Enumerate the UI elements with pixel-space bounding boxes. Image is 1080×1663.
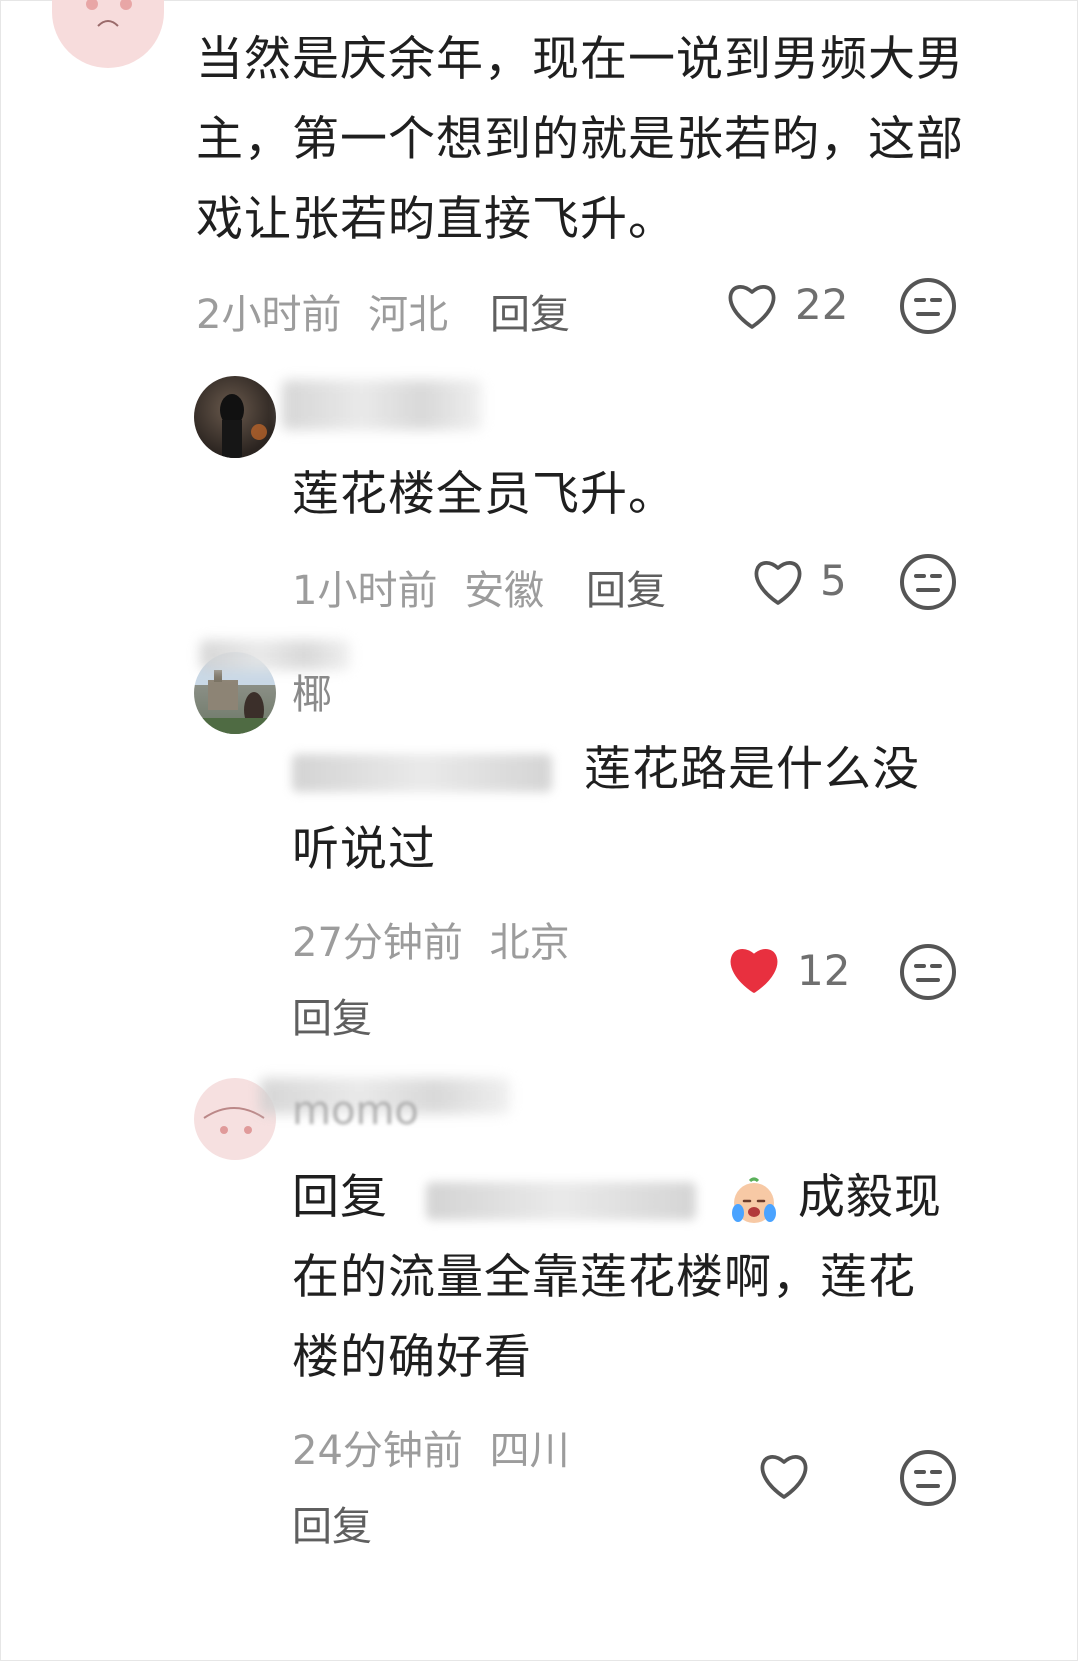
comment-text: 当然是庆余年，现在一说到男频大男主，第一个想到的就是张若昀，这部戏让张若昀直接飞…: [196, 32, 964, 247]
username-visible: 椰: [292, 672, 332, 718]
like-count: 22: [795, 280, 849, 329]
comment-location: 安徽: [464, 568, 545, 614]
comment-meta: 24分钟前 四川: [292, 1418, 570, 1476]
comment-meta: 1小时前 安徽: [292, 558, 544, 616]
comment-text-line3: 楼的确好看: [292, 1330, 532, 1385]
username-blurred: [282, 380, 482, 430]
username-visible: momo: [292, 1088, 419, 1134]
neutral-face-icon[interactable]: [898, 276, 958, 336]
comment-location: 北京: [489, 920, 570, 966]
comment-text: 回复 成毅现 在的流量全靠莲花楼啊，莲花 楼的确好看: [292, 1158, 1032, 1398]
heart-icon[interactable]: [750, 556, 806, 608]
comment-text: 莲花楼全员飞升。: [292, 467, 676, 522]
avatar-photo: [220, 394, 267, 458]
neutral-face-icon[interactable]: [898, 552, 958, 612]
comment-time: 27分钟前: [292, 920, 463, 966]
comment-location: 河北: [368, 292, 449, 338]
comment-meta: 27分钟前 北京: [292, 910, 570, 968]
heart-icon[interactable]: [756, 1450, 812, 1502]
crying-baby-emoji: [731, 1177, 776, 1223]
reply-prefix: 回复: [292, 1170, 388, 1225]
avatar[interactable]: [194, 376, 276, 458]
comment-text-line1: 莲花路是什么没: [583, 742, 920, 797]
reply-target-blurred: [292, 753, 552, 792]
reply-button[interactable]: 回复: [292, 1494, 372, 1552]
comment-time: 2小时前: [196, 292, 342, 338]
comment-text-line1: 成毅现: [797, 1170, 942, 1225]
reply-target-blurred: [425, 1181, 696, 1220]
neutral-face-icon[interactable]: [898, 1448, 958, 1508]
reply-button[interactable]: 回复: [490, 282, 570, 340]
neutral-face-icon[interactable]: [898, 942, 958, 1002]
reply-button[interactable]: 回复: [292, 986, 372, 1044]
comment-time: 1小时前: [292, 568, 438, 614]
comment-time: 24分钟前: [292, 1428, 463, 1474]
like-count: 5: [820, 556, 847, 605]
comment-location: 四川: [489, 1428, 570, 1474]
reply-button[interactable]: 回复: [586, 558, 666, 616]
comment-meta: 2小时前 河北: [196, 282, 448, 340]
comment-line: 莲花路是什么没: [292, 730, 1012, 810]
heart-icon[interactable]: [724, 280, 780, 332]
heart-icon-liked[interactable]: [726, 944, 782, 996]
comment-text-line2: 在的流量全靠莲花楼啊，莲花: [292, 1250, 916, 1305]
comment-text-line2: 听说过: [292, 822, 436, 877]
comment-line: 回复 成毅现: [292, 1158, 1032, 1238]
like-count: 12: [797, 946, 851, 995]
comment-text: 莲花路是什么没 听说过: [292, 730, 1012, 890]
